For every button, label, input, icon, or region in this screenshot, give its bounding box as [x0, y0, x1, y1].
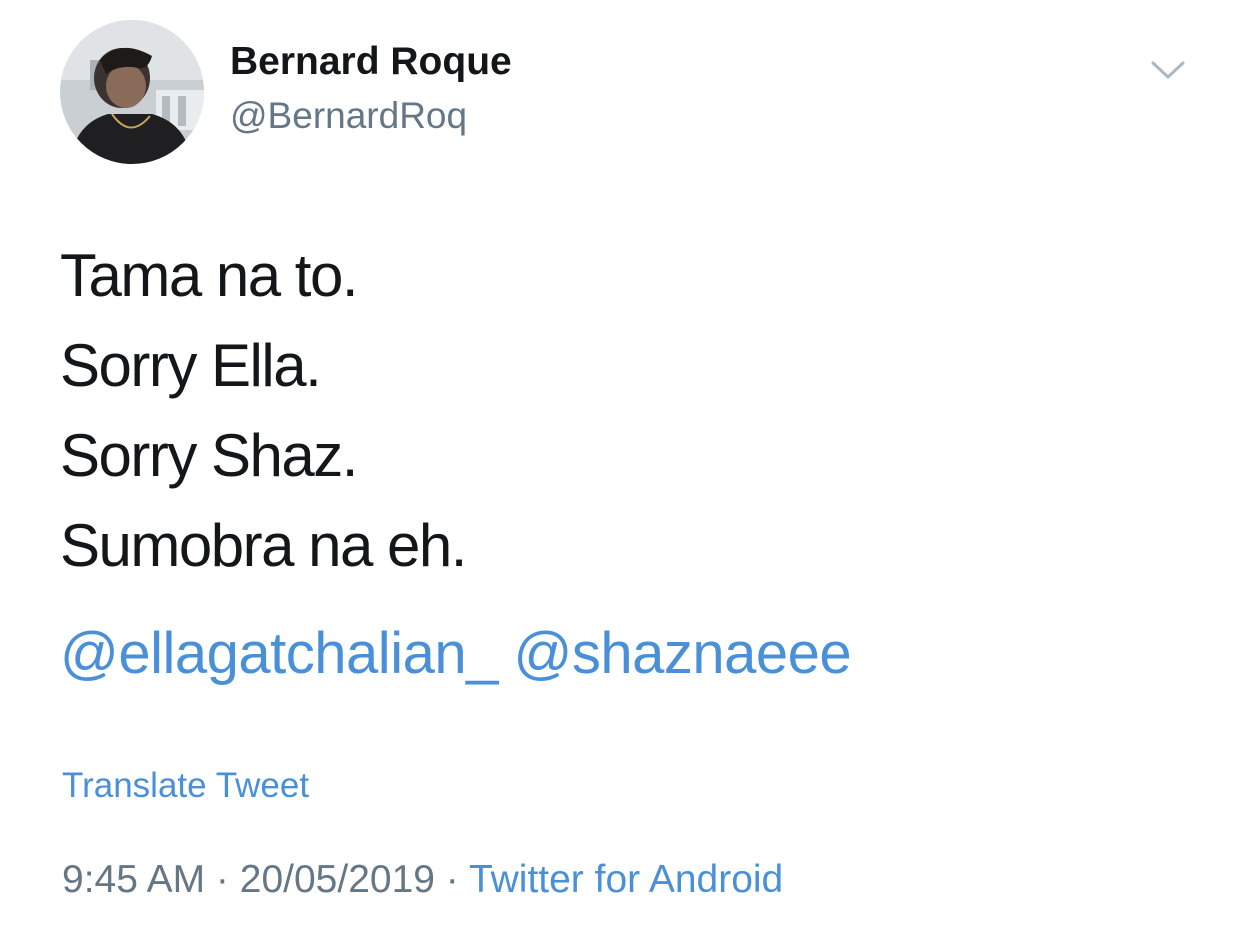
meta-separator: · — [434, 858, 469, 901]
author-handle[interactable]: @BernardRoq — [230, 95, 467, 137]
tweet-source-link[interactable]: Twitter for Android — [469, 858, 783, 901]
tweet-line: Sorry Ella. — [60, 332, 322, 399]
tweet-menu-button[interactable] — [1148, 52, 1188, 88]
profile-photo — [60, 20, 204, 164]
meta-separator: · — [205, 858, 240, 901]
avatar[interactable] — [60, 20, 204, 164]
mention-link[interactable]: @ellagatchalian_ — [60, 621, 498, 686]
translate-tweet-link[interactable]: Translate Tweet — [62, 766, 309, 806]
tweet-meta: 9:45 AM · 20/05/2019 · Twitter for Andro… — [62, 858, 783, 902]
tweet-line: Sorry Shaz. — [60, 422, 358, 489]
tweet-line: Sumobra na eh. — [60, 512, 467, 579]
tweet-card: Bernard Roque @BernardRoq Tama na to. So… — [0, 0, 1242, 937]
tweet-time[interactable]: 9:45 AM — [62, 858, 205, 901]
mentions: @ellagatchalian_ @shaznaeee — [60, 620, 852, 687]
tweet-line: Tama na to. — [60, 242, 359, 309]
tweet-text: Tama na to. Sorry Ella. Sorry Shaz. Sumo… — [60, 238, 467, 598]
author-name[interactable]: Bernard Roque — [230, 40, 512, 84]
mention-link[interactable]: @shaznaeee — [513, 621, 851, 686]
tweet-date[interactable]: 20/05/2019 — [240, 858, 435, 901]
chevron-down-icon — [1151, 61, 1185, 79]
